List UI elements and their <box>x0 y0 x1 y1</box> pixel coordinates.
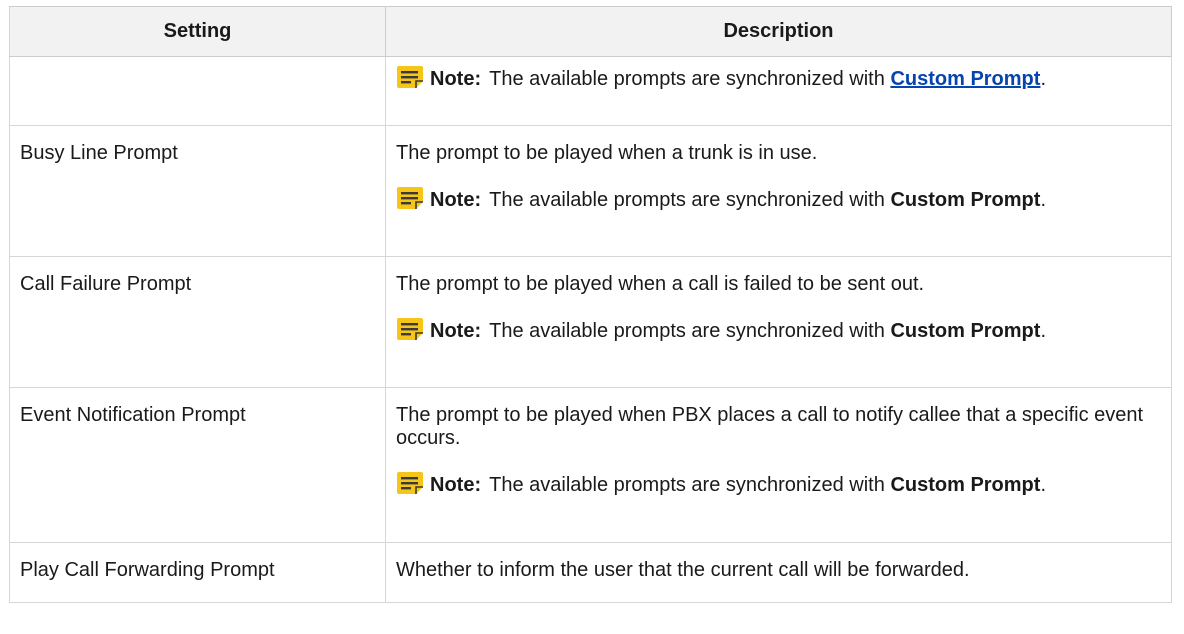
note-text: The available prompts are synchronized w… <box>489 474 885 496</box>
custom-prompt-reference: Custom Prompt <box>890 189 1041 211</box>
description-text: The prompt to be played when PBX places … <box>396 404 1144 449</box>
note-label: Note: <box>430 320 482 342</box>
description-cell: Note: The available prompts are synchroni… <box>385 56 1172 126</box>
table-row: Play Call Forwarding Prompt Whether to i… <box>9 542 1172 603</box>
note-text: The available prompts are synchronized w… <box>489 68 885 90</box>
note-label: Note: <box>430 68 482 90</box>
custom-prompt-reference: Custom Prompt <box>890 320 1041 342</box>
note-icon <box>397 318 423 340</box>
description-cell: The prompt to be played when PBX places … <box>385 387 1172 543</box>
description-cell: Whether to inform the user that the curr… <box>385 542 1172 603</box>
custom-prompt-link[interactable]: Custom Prompt <box>890 68 1040 90</box>
description-cell: The prompt to be played when a trunk is … <box>385 125 1172 257</box>
note-callout: Note: The available prompts are synchroni… <box>396 317 1161 343</box>
description-text: The prompt to be played when a call is f… <box>396 273 925 295</box>
note-label: Note: <box>430 474 482 496</box>
table-row: Call Failure Prompt The prompt to be pla… <box>9 256 1172 388</box>
note-end: . <box>1040 320 1046 342</box>
setting-cell: Event Notification Prompt <box>9 387 386 543</box>
note-icon <box>397 472 423 494</box>
settings-table: Setting Description Note: The available p… <box>9 6 1172 603</box>
note-callout: Note: The available prompts are synchroni… <box>396 186 1161 212</box>
table-row: Busy Line Prompt The prompt to be played… <box>9 125 1172 257</box>
note-icon <box>397 66 423 88</box>
note-end: . <box>1040 474 1046 496</box>
description-cell: The prompt to be played when a call is f… <box>385 256 1172 388</box>
table-header-row: Setting Description <box>9 6 1172 57</box>
note-icon <box>397 187 423 209</box>
setting-column-header: Setting <box>9 6 386 57</box>
table-row: Note: The available prompts are synchroni… <box>9 56 1172 126</box>
setting-cell: Busy Line Prompt <box>9 125 386 257</box>
page-margin <box>0 0 9 634</box>
note-callout: Note: The available prompts are synchroni… <box>396 471 1161 497</box>
note-end: . <box>1040 68 1046 90</box>
note-text: The available prompts are synchronized w… <box>489 189 885 211</box>
note-end: . <box>1040 189 1046 211</box>
description-text: The prompt to be played when a trunk is … <box>396 142 818 164</box>
description-column-header: Description <box>385 6 1172 57</box>
note-callout: Note: The available prompts are synchroni… <box>396 65 1161 91</box>
description-text: Whether to inform the user that the curr… <box>396 559 970 581</box>
custom-prompt-reference: Custom Prompt <box>890 474 1041 496</box>
setting-cell: Call Failure Prompt <box>9 256 386 388</box>
note-label: Note: <box>430 189 482 211</box>
note-text: The available prompts are synchronized w… <box>489 320 885 342</box>
table-row: Event Notification Prompt The prompt to … <box>9 387 1172 543</box>
setting-cell <box>9 56 386 126</box>
setting-cell: Play Call Forwarding Prompt <box>9 542 386 603</box>
